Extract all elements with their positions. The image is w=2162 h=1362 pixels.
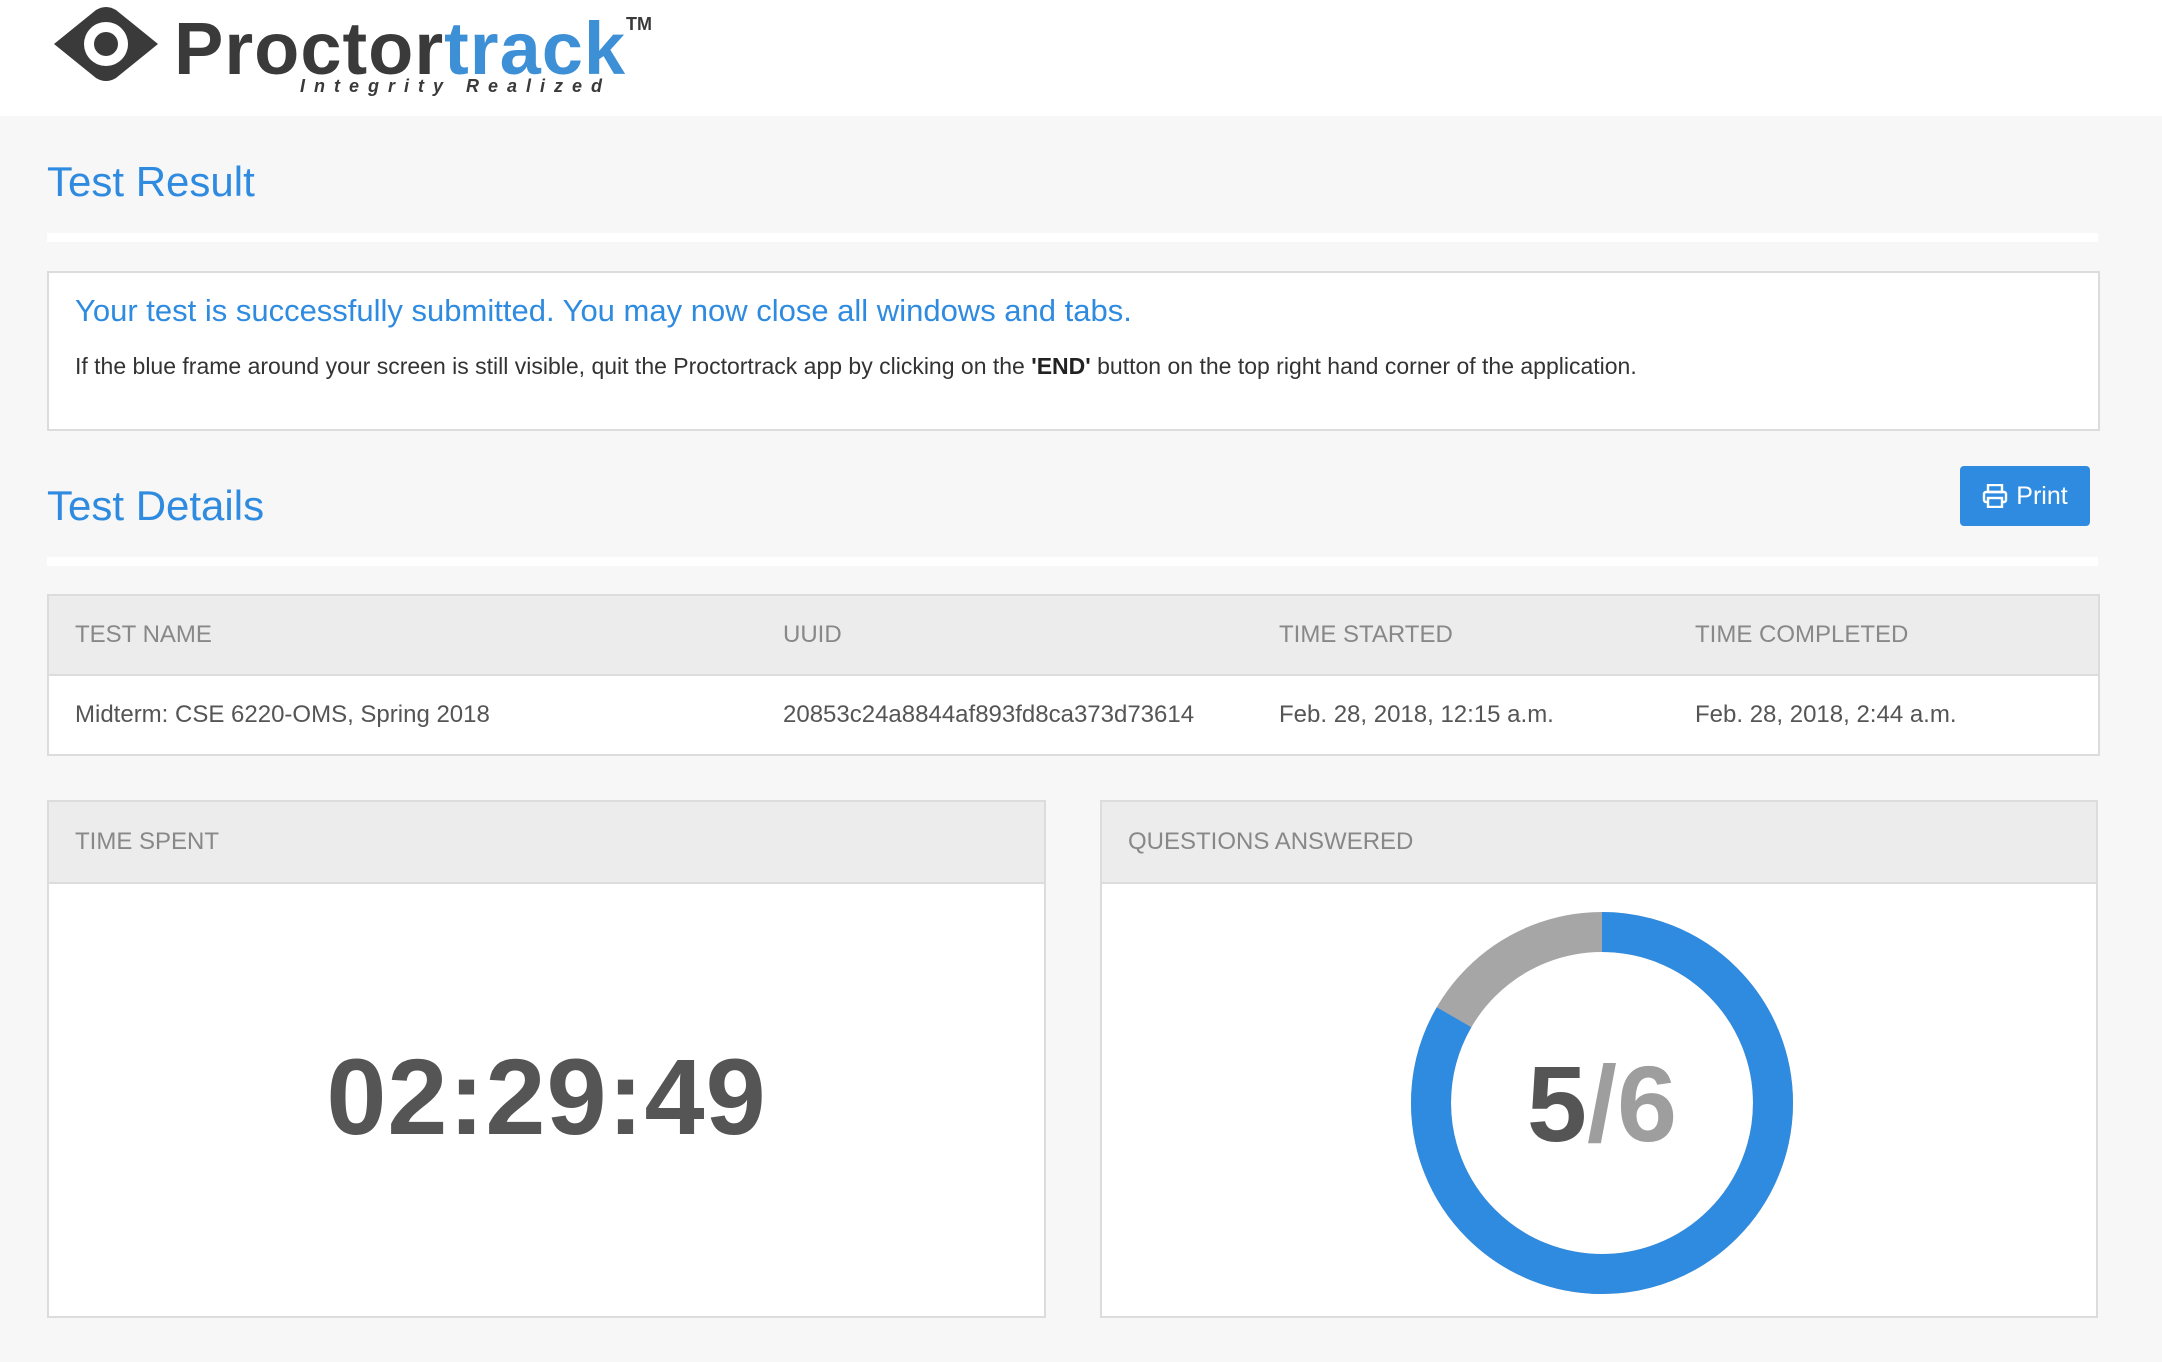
section-divider: [47, 233, 2098, 242]
test-details-table: TEST NAME UUID TIME STARTED TIME COMPLET…: [47, 594, 2100, 756]
questions-answered-count: 5/6: [1411, 912, 1793, 1294]
column-header-test-name: TEST NAME: [75, 621, 212, 648]
notice-text-before: If the blue frame around your screen is …: [75, 353, 1032, 379]
cell-time-started: Feb. 28, 2018, 12:15 a.m.: [1279, 701, 1554, 728]
count-separator: /: [1586, 1042, 1617, 1164]
notice-text: If the blue frame around your screen is …: [75, 353, 1637, 380]
submission-notice: Your test is successfully submitted. You…: [47, 271, 2100, 431]
test-details-title: Test Details: [47, 482, 265, 529]
column-header-uuid: UUID: [783, 621, 842, 648]
eye-logo-icon: [54, 7, 158, 81]
table-row: Midterm: CSE 6220-OMS, Spring 2018 20853…: [49, 676, 2098, 754]
brand-trademark: TM: [626, 14, 652, 34]
brand-tagline: Integrity Realized: [300, 76, 612, 96]
questions-donut-chart: 5/6: [1411, 912, 1793, 1294]
total-count: 6: [1617, 1042, 1678, 1164]
test-result-title: Test Result: [47, 158, 255, 205]
cell-uuid: 20853c24a8844af893fd8ca373d73614: [783, 701, 1195, 728]
print-button-label: Print: [2016, 481, 2068, 510]
section-divider: [47, 557, 2098, 566]
column-header-time-completed: TIME COMPLETED: [1695, 621, 1909, 648]
time-spent-label: TIME SPENT: [49, 802, 1044, 884]
printer-icon: [1983, 484, 2008, 508]
app-header: Proctortrack TM Integrity Realized: [0, 0, 2162, 116]
time-spent-value: 02:29:49: [326, 1036, 767, 1157]
time-spent-panel: TIME SPENT 02:29:49: [47, 800, 1046, 1318]
notice-text-after: button on the top right hand corner of t…: [1090, 353, 1637, 379]
cell-time-completed: Feb. 28, 2018, 2:44 a.m.: [1695, 701, 1957, 728]
answered-count: 5: [1526, 1042, 1587, 1164]
notice-end-keyword: 'END': [1031, 353, 1091, 379]
questions-answered-label: QUESTIONS ANSWERED: [1102, 802, 2096, 884]
print-button[interactable]: Print: [1960, 466, 2090, 526]
table-header-row: TEST NAME UUID TIME STARTED TIME COMPLET…: [49, 596, 2098, 676]
cell-test-name: Midterm: CSE 6220-OMS, Spring 2018: [75, 701, 490, 728]
notice-title: Your test is successfully submitted. You…: [75, 293, 1132, 328]
questions-answered-panel: QUESTIONS ANSWERED 5/6: [1100, 800, 2098, 1318]
column-header-time-started: TIME STARTED: [1279, 621, 1453, 648]
